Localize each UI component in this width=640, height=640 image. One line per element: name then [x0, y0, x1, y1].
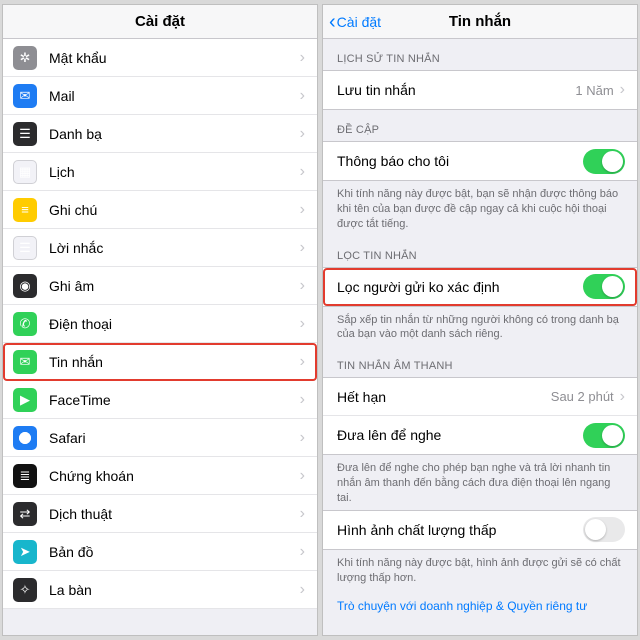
voice-memos-icon: ◉ [13, 274, 37, 298]
back-label: Cài đặt [337, 14, 381, 30]
settings-row-messages[interactable]: ✉ Tin nhắn› [3, 343, 317, 381]
row-label: Ghi âm [49, 278, 300, 294]
chevron-right-icon: › [300, 125, 305, 143]
reminders-icon: ☰ [13, 236, 37, 260]
chevron-right-icon: › [300, 429, 305, 447]
stocks-icon: ≣ [13, 464, 37, 488]
section-header-filter: LỌC TIN NHẮN [323, 236, 637, 267]
chevron-right-icon: › [300, 49, 305, 67]
row-label: Ghi chú [49, 202, 300, 218]
chevron-right-icon: › [300, 467, 305, 485]
settings-row-safari[interactable]: ✦ Safari› [3, 419, 317, 457]
chevron-right-icon: › [300, 201, 305, 219]
business-privacy-link[interactable]: Trò chuyện với doanh nghiệp & Quyền riên… [323, 589, 637, 623]
page-title: Cài đặt [135, 13, 185, 30]
chevron-right-icon: › [300, 391, 305, 409]
compass-icon: ✧ [13, 578, 37, 602]
row-label: Dịch thuật [49, 506, 300, 522]
chevron-right-icon: › [300, 543, 305, 561]
settings-list: ✲Mật khẩu›✉Mail›☰Danh bạ›▦Lịch›≡Ghi chú›… [3, 39, 317, 609]
chevron-right-icon: › [300, 581, 305, 599]
settings-row-compass[interactable]: ✧ La bàn› [3, 571, 317, 609]
section-header-history: LỊCH SỬ TIN NHẮN [323, 39, 637, 70]
notify-me-label: Thông báo cho tôi [337, 153, 583, 169]
settings-row-calendar[interactable]: ▦ Lịch› [3, 153, 317, 191]
settings-row-voice-memos[interactable]: ◉ Ghi âm› [3, 267, 317, 305]
raise-listen-footer: Đưa lên để nghe cho phép bạn nghe và trả… [323, 455, 637, 510]
messages-settings-screen: ‹ Cài đặt Tin nhắn LỊCH SỬ TIN NHẮN Lưu … [322, 4, 638, 636]
filter-unknown-label: Lọc người gửi ko xác định [337, 279, 583, 295]
settings-row-mail[interactable]: ✉ Mail› [3, 77, 317, 115]
row-label: Danh bạ [49, 126, 300, 142]
phone-icon: ✆ [13, 312, 37, 336]
safari-icon: ✦ [13, 426, 37, 450]
notify-me-toggle[interactable] [583, 149, 625, 174]
calendar-icon: ▦ [13, 160, 37, 184]
messages-icon: ✉ [13, 350, 37, 374]
keep-messages-value: 1 Năm [575, 83, 613, 98]
chevron-right-icon: › [300, 87, 305, 105]
section-header-audio: TIN NHẮN ÂM THANH [323, 346, 637, 377]
filter-unknown-footer: Sắp xếp tin nhắn từ những người không có… [323, 307, 637, 347]
raise-listen-toggle[interactable] [583, 423, 625, 448]
header: Cài đặt [3, 5, 317, 39]
chevron-right-icon: › [620, 81, 625, 99]
row-label: FaceTime [49, 392, 300, 408]
keep-messages-row[interactable]: Lưu tin nhắn 1 Năm › [323, 71, 637, 109]
row-label: La bàn [49, 582, 300, 598]
chevron-right-icon: › [300, 353, 305, 371]
row-label: Lịch [49, 164, 300, 180]
settings-row-contacts[interactable]: ☰ Danh bạ› [3, 115, 317, 153]
expire-value: Sau 2 phút [551, 389, 614, 404]
settings-row-facetime[interactable]: ▶ FaceTime› [3, 381, 317, 419]
settings-row-phone[interactable]: ✆ Điện thoại› [3, 305, 317, 343]
facetime-icon: ▶ [13, 388, 37, 412]
expire-label: Hết hạn [337, 389, 551, 405]
chevron-right-icon: › [300, 315, 305, 333]
row-label: Tin nhắn [49, 354, 300, 370]
translate-icon: ⇄ [13, 502, 37, 526]
notify-me-footer: Khi tính năng này được bật, bạn sẽ nhận … [323, 181, 637, 236]
chevron-right-icon: › [300, 163, 305, 181]
expire-row[interactable]: Hết hạn Sau 2 phút › [323, 378, 637, 416]
row-label: Safari [49, 430, 300, 446]
row-label: Mật khẩu [49, 50, 300, 66]
chevron-right-icon: › [300, 239, 305, 257]
filter-unknown-toggle[interactable] [583, 274, 625, 299]
raise-listen-row: Đưa lên để nghe [323, 416, 637, 454]
low-quality-toggle[interactable] [583, 517, 625, 542]
low-quality-label: Hình ảnh chất lượng thấp [337, 522, 583, 538]
row-label: Lời nhắc [49, 240, 300, 256]
maps-icon: ➤ [13, 540, 37, 564]
mail-icon: ✉ [13, 84, 37, 108]
section-header-mention: ĐỀ CẬP [323, 110, 637, 141]
settings-row-reminders[interactable]: ☰ Lời nhắc› [3, 229, 317, 267]
row-label: Chứng khoán [49, 468, 300, 484]
header: ‹ Cài đặt Tin nhắn [323, 5, 637, 39]
settings-row-translate[interactable]: ⇄ Dịch thuật› [3, 495, 317, 533]
low-quality-row: Hình ảnh chất lượng thấp [323, 511, 637, 549]
chevron-right-icon: › [300, 505, 305, 523]
row-label: Mail [49, 88, 300, 104]
row-label: Điện thoại [49, 316, 300, 332]
page-title: Tin nhắn [449, 13, 511, 30]
notes-icon: ≡ [13, 198, 37, 222]
settings-row-maps[interactable]: ➤ Bản đồ› [3, 533, 317, 571]
settings-row-stocks[interactable]: ≣ Chứng khoán› [3, 457, 317, 495]
raise-listen-label: Đưa lên để nghe [337, 427, 583, 443]
filter-unknown-row: Lọc người gửi ko xác định [323, 268, 637, 306]
back-button[interactable]: ‹ Cài đặt [329, 14, 381, 30]
settings-screen: Cài đặt ✲Mật khẩu›✉Mail›☰Danh bạ›▦Lịch›≡… [2, 4, 318, 636]
contacts-icon: ☰ [13, 122, 37, 146]
chevron-right-icon: › [620, 388, 625, 406]
chevron-right-icon: › [300, 277, 305, 295]
settings-row-key[interactable]: ✲ Mật khẩu› [3, 39, 317, 77]
keep-messages-label: Lưu tin nhắn [337, 82, 575, 98]
settings-row-notes[interactable]: ≡ Ghi chú› [3, 191, 317, 229]
row-label: Bản đồ [49, 544, 300, 560]
low-quality-footer: Khi tính năng này được bật, hình ảnh đượ… [323, 550, 637, 590]
chevron-left-icon: ‹ [329, 15, 336, 29]
key-icon: ✲ [13, 46, 37, 70]
notify-me-row: Thông báo cho tôi [323, 142, 637, 180]
